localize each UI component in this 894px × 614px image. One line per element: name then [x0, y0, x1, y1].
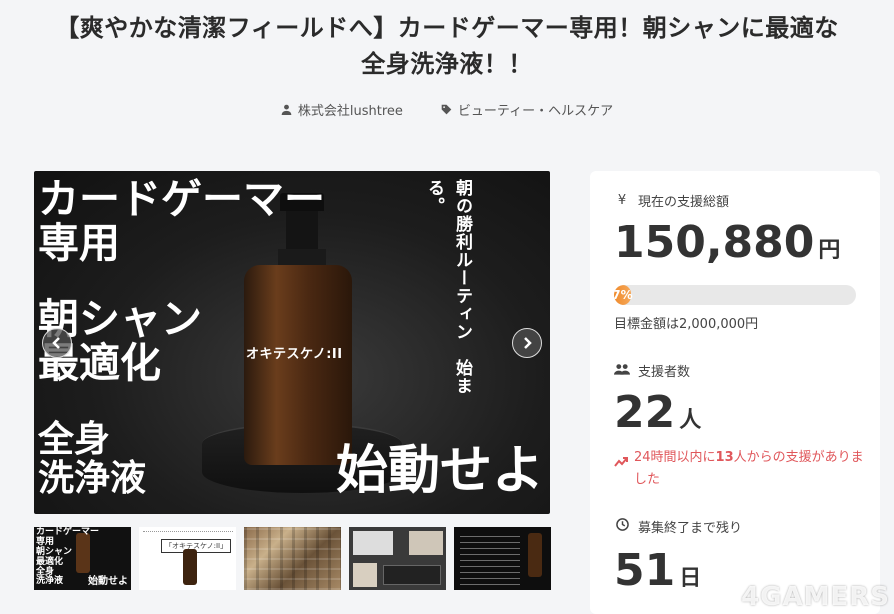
- amount-label: 現在の支援総額: [638, 195, 730, 210]
- owner-link[interactable]: 株式会社lushtree: [281, 100, 403, 119]
- thumbnail-strip: カードゲーマー 専用 朝シャン 最適化 全身 洗浄液 始動せよ 「オキテスケノ:…: [34, 527, 551, 590]
- clock-icon: [614, 518, 630, 535]
- remaining-display: 51 日: [614, 549, 701, 593]
- category-name: ビューティー・ヘルスケア: [457, 104, 614, 119]
- remaining-value: 51: [614, 545, 676, 596]
- trend-prefix: 24時間以内に: [634, 450, 716, 465]
- supporters-unit: 人: [679, 408, 702, 433]
- hero-text-low: 全身 洗浄液: [38, 419, 147, 499]
- users-icon: [614, 363, 630, 379]
- supporters-label: 支援者数: [638, 365, 691, 380]
- amount-value: 150,880: [614, 217, 815, 268]
- tag-icon: [441, 104, 452, 115]
- amount-label-row: ¥ 現在の支援総額: [614, 191, 856, 210]
- hero-text-right: 始動せよ: [335, 441, 544, 501]
- carousel-prev-button[interactable]: [42, 328, 72, 358]
- chevron-right-icon: [524, 337, 532, 349]
- trend-up-icon: [614, 457, 628, 467]
- title-line-1: 【爽やかな清潔フィールドへ】カードゲーマー専用！朝シャンに最適な: [55, 14, 839, 42]
- main-image-carousel[interactable]: オキテスケノ:II カードゲーマー 専用 朝シャン 最適化 全身 洗浄液 始動せ…: [34, 171, 550, 514]
- thumbnail-3[interactable]: [244, 527, 341, 590]
- progress-fill: 7%: [614, 285, 633, 305]
- bottle-label: オキテスケノ:II: [246, 347, 343, 362]
- hero-vertical-text: 朝の勝利ルーティン 始まる。: [424, 179, 472, 395]
- remaining-label: 募集終了まで残り: [638, 521, 743, 536]
- thumbnail-2[interactable]: 「オキテスケノ:II」: [139, 527, 236, 590]
- remaining-label-row: 募集終了まで残り: [614, 517, 742, 536]
- title-line-2: 全身洗浄液！！: [361, 50, 533, 78]
- thumbnail-1-corner-text: 始動せよ: [88, 576, 128, 587]
- thumbnail-1[interactable]: カードゲーマー 専用 朝シャン 最適化 全身 洗浄液 始動せよ: [34, 527, 131, 590]
- hero-text-top: カードゲーマー 専用: [38, 175, 325, 268]
- progress-text: 7%: [614, 288, 633, 302]
- user-icon: [281, 104, 292, 115]
- thumbnail-4[interactable]: [349, 527, 446, 590]
- recent-supporters-note: 24時間以内に13人からの支援がありました: [614, 447, 864, 491]
- funding-panel: ¥ 現在の支援総額 150,880 円 7% 目標金額は2,000,000円 支援…: [590, 171, 880, 614]
- owner-name: 株式会社lushtree: [297, 104, 403, 119]
- goal-amount: 目標金額は2,000,000円: [614, 317, 759, 332]
- watermark-logo: 4GAMERS: [741, 582, 890, 612]
- project-meta: 株式会社lushtree ビューティー・ヘルスケア: [0, 100, 894, 119]
- trend-count: 13: [715, 450, 734, 465]
- thumbnail-5[interactable]: [454, 527, 551, 590]
- supporters-label-row: 支援者数: [614, 361, 690, 380]
- carousel-next-button[interactable]: [512, 328, 542, 358]
- supporters-value: 22: [614, 387, 676, 438]
- progress-bar: 7%: [614, 285, 856, 305]
- supporters-display: 22 人: [614, 391, 701, 435]
- remaining-unit: 日: [679, 566, 702, 591]
- chevron-left-icon: [52, 337, 60, 349]
- amount-display: 150,880 円: [614, 221, 840, 265]
- page-title: 【爽やかな清潔フィールドへ】カードゲーマー専用！朝シャンに最適な 全身洗浄液！！: [20, 10, 874, 82]
- yen-icon: ¥: [617, 193, 627, 208]
- category-link[interactable]: ビューティー・ヘルスケア: [441, 100, 613, 119]
- amount-unit: 円: [818, 238, 841, 263]
